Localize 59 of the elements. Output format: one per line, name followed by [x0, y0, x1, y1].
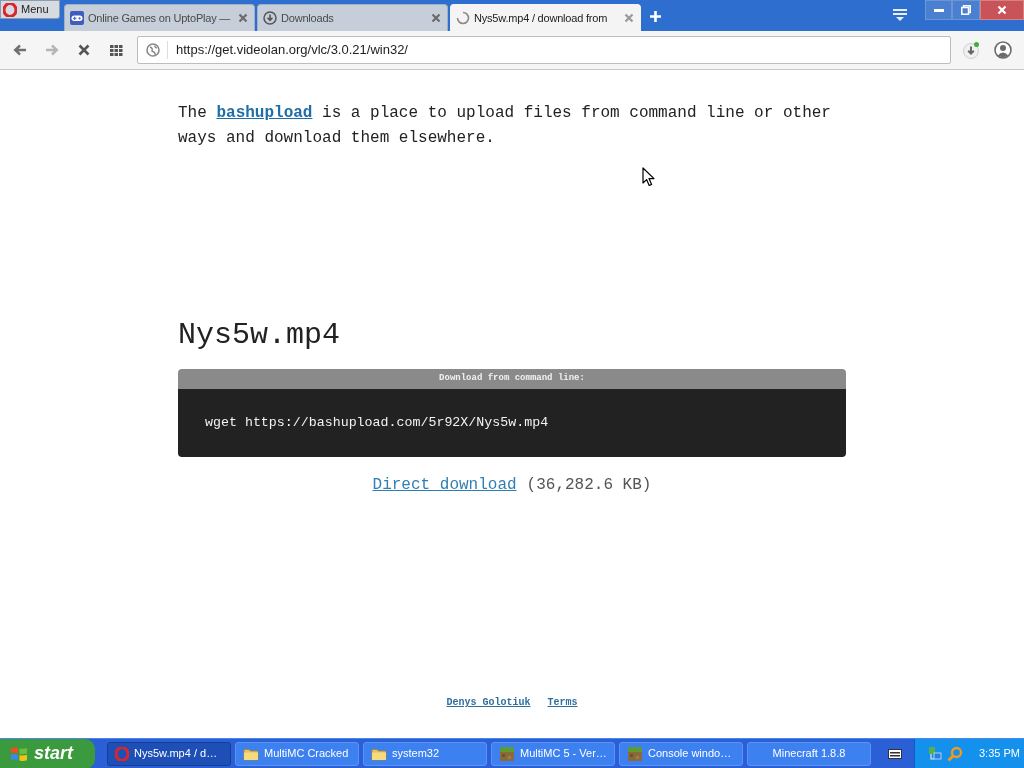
plus-icon: [648, 10, 662, 23]
gamepad-icon: [70, 11, 84, 25]
globe-icon: [146, 43, 160, 57]
minimize-icon: [933, 8, 944, 12]
network-icon: [927, 745, 943, 762]
intro-text: The bashupload is a place to upload files from command line or other ways and download them elsewhere.: [178, 103, 832, 149]
ring-logo-icon: [3, 2, 17, 17]
arrow-left-icon: [13, 44, 27, 56]
block-icon: [499, 745, 515, 762]
close-icon: [238, 13, 248, 23]
grid-icon: [109, 44, 123, 56]
browser-tab[interactable]: Online Games on UptoPlay —: [64, 4, 255, 31]
block-icon: [627, 745, 643, 762]
arrow-right-icon: [45, 44, 59, 56]
keyboard-icon: [888, 748, 902, 759]
close-window-button[interactable]: [980, 0, 1024, 20]
download-icon: [263, 11, 277, 25]
clock-text: 3:35 PM: [979, 746, 1020, 762]
tab-menu-icon: [893, 8, 907, 22]
minimize-button[interactable]: [925, 0, 952, 20]
taskbar-button[interactable]: Console windo…: [619, 741, 743, 766]
command-text: wget https://bashupload.com/5r92X/Nys5w.mp4: [205, 414, 549, 433]
restore-icon: [961, 5, 971, 15]
start-button[interactable]: start: [0, 738, 95, 768]
restore-button[interactable]: [952, 0, 980, 20]
browser-tab[interactable]: Downloads: [257, 4, 448, 31]
taskbar-button[interactable]: Nys5w.mp4 / d…: [107, 741, 231, 766]
ring-logo-icon: [115, 746, 129, 761]
loading-spinner-icon: [456, 11, 470, 25]
menu-button[interactable]: Menu: [0, 0, 60, 19]
mouse-pointer-icon: [642, 167, 655, 187]
close-icon: [624, 13, 634, 23]
command-box-header: Download from command line:: [178, 369, 846, 389]
tab-close-button[interactable]: [431, 13, 441, 23]
tab-close-button[interactable]: [238, 13, 248, 23]
close-icon: [431, 13, 441, 23]
flag-logo-icon: [10, 744, 28, 763]
close-icon: [78, 44, 90, 56]
tab-menu-button[interactable]: [893, 8, 907, 22]
file-name-heading: Nys5w.mp4: [178, 317, 342, 353]
file-size-text: (36,282.6 KB): [526, 475, 652, 496]
tab-close-button[interactable]: [624, 13, 634, 23]
profile-icon: [994, 41, 1012, 59]
folder-icon: [243, 746, 259, 761]
url-text: https://get.videolan.org/vlc/3.0.21/win32/: [176, 41, 408, 60]
browser-tab[interactable]: Nys5w.mp4 / download from: [450, 4, 641, 31]
taskbar-button[interactable]: Minecraft 1.8.8: [747, 741, 871, 766]
search-icon: [947, 745, 963, 762]
taskbar-button[interactable]: MultiMC Cracked: [235, 741, 359, 766]
footer-link[interactable]: Terms: [547, 696, 578, 710]
direct-download-link[interactable]: Direct download: [372, 473, 517, 497]
close-icon: [997, 5, 1007, 15]
footer-link[interactable]: Denys Golotiuk: [446, 696, 531, 710]
folder-icon: [371, 746, 387, 761]
taskbar-button[interactable]: MultiMC 5 - Ver…: [491, 741, 615, 766]
address-field[interactable]: https://get.videolan.org/vlc/3.0.21/win32/: [137, 36, 951, 64]
inline-link[interactable]: bashupload: [216, 104, 313, 122]
download-icon: [962, 41, 980, 59]
taskbar-button[interactable]: system32: [363, 741, 487, 766]
